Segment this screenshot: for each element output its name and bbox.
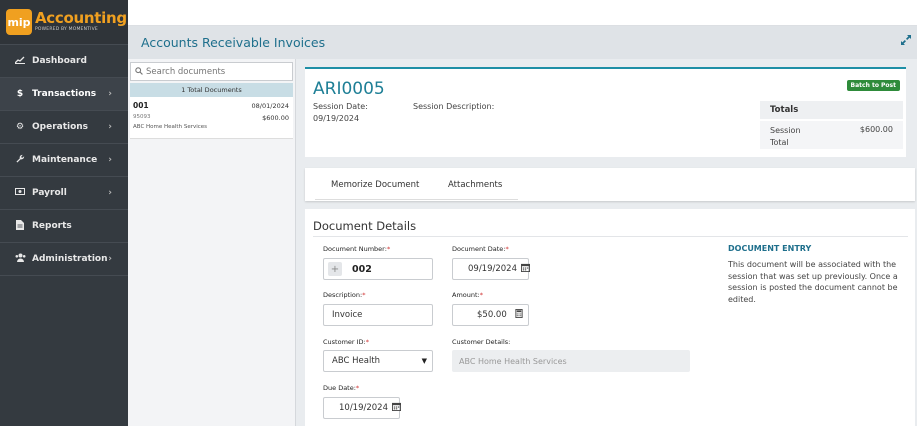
sidebar-item-reports[interactable]: Reports [0,210,128,242]
brand-subtitle: POWERED BY MOMENTIVE [35,27,98,33]
doc-number-value: 002 [352,263,372,275]
search-input[interactable] [146,66,286,77]
sidebar: mip Accounting POWERED BY MOMENTIVE Dash… [0,0,128,426]
calendar-icon[interactable] [392,402,401,414]
chevron-right-icon: › [108,89,112,99]
plus-icon[interactable]: + [328,262,342,276]
caret-down-icon: ▼ [421,357,427,365]
file-icon [14,219,26,233]
session-total-value: $600.00 [859,125,893,134]
dollar-icon: $ [16,89,24,99]
document-list-panel: 1 Total Documents 001 08/01/2024 95093 $… [128,59,296,426]
mip-logo: mip [6,9,32,35]
money-icon [14,188,26,198]
document-count: 1 Total Documents [130,83,293,97]
chart-line-icon [14,56,26,67]
chevron-right-icon: › [108,155,112,165]
description-field[interactable]: Invoice [323,304,433,326]
doc-date-value: 09/19/2024 [468,264,517,274]
due-date-label: Due Date:* [323,384,360,392]
totals-row: Session Total $600.00 [760,121,903,149]
session-date-label: Session Date: [313,102,368,111]
details-title: Document Details [313,219,417,233]
totals-title: Totals [760,101,903,119]
search-box[interactable] [130,62,293,81]
customer-details-value: ABC Home Health Services [459,356,567,366]
document-details-card: Document Details Document Number:* + 002… [305,209,915,426]
due-date-value: 10/19/2024 [339,403,388,413]
document-customer: ABC Home Health Services [133,124,208,130]
totals-panel: Totals Session Total $600.00 [760,101,903,149]
session-total-label: Session Total [770,126,801,147]
sidebar-item-maintenance[interactable]: Maintenance › [0,144,128,176]
session-header-card: ARI0005 Session Date: 09/19/2024 Session… [305,67,906,157]
users-icon [14,253,26,265]
calculator-icon[interactable] [515,309,523,321]
customer-details-field: ABC Home Health Services [452,350,690,372]
doc-date-field[interactable]: 09/19/2024 [452,258,530,280]
tab-attachments[interactable]: Attachments [448,168,502,201]
description-value: Invoice [332,310,363,320]
calendar-icon[interactable] [521,263,530,275]
due-date-field[interactable]: 10/19/2024 [323,397,401,419]
sidebar-item-label: Maintenance [32,155,98,165]
sidebar-item-dashboard[interactable]: Dashboard [0,45,128,77]
page-title: Accounts Receivable Invoices [141,35,326,50]
session-description-label: Session Description: [413,102,495,111]
sidebar-item-label: Reports [32,221,72,231]
amount-value: $50.00 [477,310,507,320]
amount-label: Amount:* [452,291,483,299]
tab-underline [315,199,518,200]
document-date: 08/01/2024 [251,102,289,110]
tab-memorize-document[interactable]: Memorize Document [331,168,419,201]
doc-number-label: Document Number:* [323,245,391,253]
sidebar-item-label: Administration [32,254,108,264]
title-bar: Accounts Receivable Invoices [128,26,917,59]
wrench-icon [14,154,26,166]
session-date-value: 09/19/2024 [313,114,360,123]
sidebar-item-label: Transactions [32,89,97,99]
customer-id-select[interactable]: ABC Health ▼ [323,350,433,372]
brand-title: Accounting [35,9,127,28]
sidebar-item-transactions[interactable]: $ Transactions › [0,78,128,110]
sidebar-item-label: Payroll [32,188,67,198]
customer-id-value: ABC Health [332,356,381,366]
doc-number-field[interactable]: + 002 [323,258,433,280]
customer-id-label: Customer ID:* [323,338,370,346]
document-entry-text: This document will be associated with th… [728,260,898,304]
document-entry-title: DOCUMENT ENTRY [728,244,812,253]
doc-date-label: Document Date:* [452,245,509,253]
search-icon [135,66,143,77]
expand-icon[interactable] [901,35,911,48]
description-label: Description:* [323,291,366,299]
sidebar-item-administration[interactable]: Administration › [0,243,128,275]
list-item[interactable]: 001 08/01/2024 95093 $600.00 ABC Home He… [130,97,293,139]
top-bar [128,0,917,26]
chevron-right-icon: › [108,122,112,132]
sidebar-item-payroll[interactable]: Payroll › [0,177,128,209]
session-id: ARI0005 [313,79,385,99]
tabs-bar: Memorize Document Attachments [305,168,915,201]
sidebar-item-operations[interactable]: ⚙ Operations › [0,111,128,143]
sidebar-item-label: Operations [32,122,89,132]
amount-field[interactable]: $50.00 [452,304,529,326]
brand[interactable]: mip Accounting POWERED BY MOMENTIVE [0,0,128,44]
customer-details-label: Customer Details: [452,338,511,346]
chevron-right-icon: › [108,188,112,198]
chevron-right-icon: › [108,254,112,264]
batch-to-post-button[interactable]: Batch to Post [846,80,900,91]
main-content: ARI0005 Session Date: 09/19/2024 Session… [296,59,917,426]
document-amount: $600.00 [262,114,289,122]
cogs-icon: ⚙ [15,122,25,132]
sidebar-item-label: Dashboard [32,56,87,66]
